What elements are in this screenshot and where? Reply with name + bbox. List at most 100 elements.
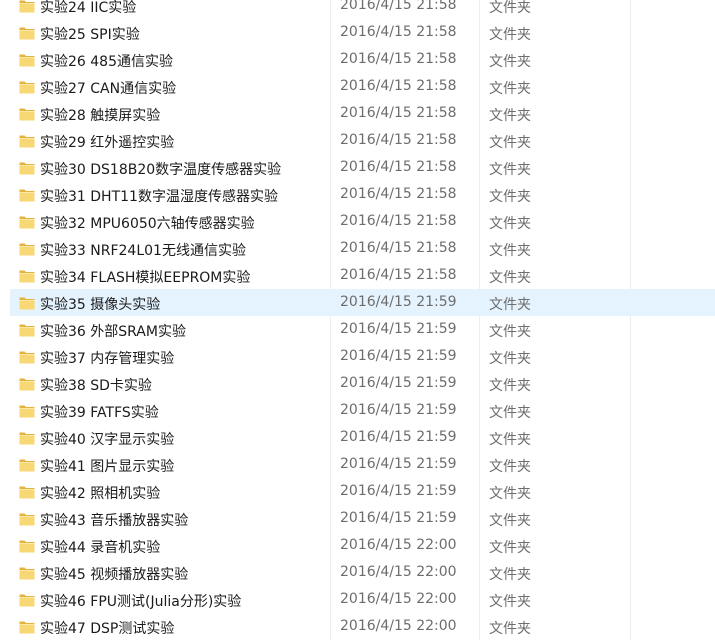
file-type: 文件夹 (489, 567, 531, 583)
file-modified-date: 2016/4/15 21:59 (340, 429, 457, 445)
file-row[interactable]: 实验36 外部SRAM实验 2016/4/15 21:59 文件夹 (10, 316, 715, 343)
file-modified-date: 2016/4/15 21:58 (340, 105, 457, 121)
folder-icon (19, 0, 35, 13)
file-row[interactable]: 实验38 SD卡实验 2016/4/15 21:59 文件夹 (10, 370, 715, 397)
file-name: 实验47 DSP测试实验 (40, 621, 175, 637)
file-row[interactable]: 实验37 内存管理实验 2016/4/15 21:59 文件夹 (10, 343, 715, 370)
file-name: 实验33 NRF24L01无线通信实验 (40, 243, 246, 259)
file-modified-date: 2016/4/15 21:58 (340, 159, 457, 175)
file-name: 实验42 照相机实验 (40, 486, 161, 502)
file-row[interactable]: 实验24 IIC实验 2016/4/15 21:58 文件夹 (10, 0, 715, 19)
file-row[interactable]: 实验28 触摸屏实验 2016/4/15 21:58 文件夹 (10, 100, 715, 127)
folder-icon (19, 242, 35, 256)
file-type: 文件夹 (489, 513, 531, 529)
file-row[interactable]: 实验42 照相机实验 2016/4/15 21:59 文件夹 (10, 478, 715, 505)
file-name: 实验24 IIC实验 (40, 0, 137, 16)
file-modified-date: 2016/4/15 22:00 (340, 618, 457, 634)
folder-icon (19, 620, 35, 634)
file-name: 实验44 录音机实验 (40, 540, 161, 556)
file-modified-date: 2016/4/15 21:59 (340, 483, 457, 499)
folder-icon (19, 350, 35, 364)
file-type: 文件夹 (489, 27, 531, 43)
folder-icon (19, 107, 35, 121)
file-type: 文件夹 (489, 216, 531, 232)
file-type: 文件夹 (489, 405, 531, 421)
file-row[interactable]: 实验44 录音机实验 2016/4/15 22:00 文件夹 (10, 532, 715, 559)
file-modified-date: 2016/4/15 21:58 (340, 213, 457, 229)
file-name: 实验39 FATFS实验 (40, 405, 159, 421)
file-type: 文件夹 (489, 594, 531, 610)
file-row[interactable]: 实验45 视频播放器实验 2016/4/15 22:00 文件夹 (10, 559, 715, 586)
file-name: 实验43 音乐播放器实验 (40, 513, 189, 529)
folder-icon (19, 26, 35, 40)
file-modified-date: 2016/4/15 21:59 (340, 348, 457, 364)
file-name: 实验29 红外遥控实验 (40, 135, 175, 151)
file-modified-date: 2016/4/15 21:58 (340, 51, 457, 67)
file-modified-date: 2016/4/15 22:00 (340, 564, 457, 580)
file-row[interactable]: 实验25 SPI实验 2016/4/15 21:58 文件夹 (10, 19, 715, 46)
file-row[interactable]: 实验47 DSP测试实验 2016/4/15 22:00 文件夹 (10, 613, 715, 640)
file-type: 文件夹 (489, 54, 531, 70)
folder-icon (19, 53, 35, 67)
folder-icon (19, 323, 35, 337)
folder-icon (19, 404, 35, 418)
file-type: 文件夹 (489, 540, 531, 556)
file-row[interactable]: 实验40 汉字显示实验 2016/4/15 21:59 文件夹 (10, 424, 715, 451)
file-modified-date: 2016/4/15 21:59 (340, 402, 457, 418)
folder-icon (19, 134, 35, 148)
file-type: 文件夹 (489, 81, 531, 97)
file-modified-date: 2016/4/15 21:58 (340, 240, 457, 256)
file-name: 实验45 视频播放器实验 (40, 567, 189, 583)
folder-icon (19, 269, 35, 283)
file-row[interactable]: 实验43 音乐播放器实验 2016/4/15 21:59 文件夹 (10, 505, 715, 532)
folder-icon (19, 593, 35, 607)
file-row-selected[interactable]: 实验35 摄像头实验 2016/4/15 21:59 文件夹 (10, 289, 715, 316)
file-type: 文件夹 (489, 459, 531, 475)
file-name: 实验37 内存管理实验 (40, 351, 175, 367)
file-row[interactable]: 实验41 图片显示实验 2016/4/15 21:59 文件夹 (10, 451, 715, 478)
file-list: 实验24 IIC实验 2016/4/15 21:58 文件夹 实验25 SPI实… (0, 0, 715, 640)
file-name: 实验46 FPU测试(Julia分形)实验 (40, 594, 242, 610)
file-name: 实验30 DS18B20数字温度传感器实验 (40, 162, 282, 178)
file-row[interactable]: 实验32 MPU6050六轴传感器实验 2016/4/15 21:58 文件夹 (10, 208, 715, 235)
file-row[interactable]: 实验46 FPU测试(Julia分形)实验 2016/4/15 22:00 文件… (10, 586, 715, 613)
folder-icon (19, 485, 35, 499)
file-modified-date: 2016/4/15 21:59 (340, 456, 457, 472)
file-row[interactable]: 实验30 DS18B20数字温度传感器实验 2016/4/15 21:58 文件… (10, 154, 715, 181)
file-modified-date: 2016/4/15 21:58 (340, 186, 457, 202)
file-type: 文件夹 (489, 270, 531, 286)
file-name: 实验36 外部SRAM实验 (40, 324, 186, 340)
folder-icon (19, 566, 35, 580)
file-name: 实验31 DHT11数字温湿度传感器实验 (40, 189, 278, 205)
file-type: 文件夹 (489, 243, 531, 259)
file-modified-date: 2016/4/15 21:59 (340, 510, 457, 526)
file-type: 文件夹 (489, 486, 531, 502)
file-modified-date: 2016/4/15 21:59 (340, 321, 457, 337)
file-name: 实验26 485通信实验 (40, 54, 173, 70)
file-name: 实验34 FLASH模拟EEPROM实验 (40, 270, 251, 286)
file-name: 实验41 图片显示实验 (40, 459, 175, 475)
file-type: 文件夹 (489, 0, 531, 16)
file-row[interactable]: 实验31 DHT11数字温湿度传感器实验 2016/4/15 21:58 文件夹 (10, 181, 715, 208)
file-type: 文件夹 (489, 108, 531, 124)
file-name: 实验25 SPI实验 (40, 27, 140, 43)
file-name: 实验40 汉字显示实验 (40, 432, 175, 448)
file-type: 文件夹 (489, 297, 531, 313)
file-name: 实验28 触摸屏实验 (40, 108, 161, 124)
file-type: 文件夹 (489, 189, 531, 205)
file-row[interactable]: 实验34 FLASH模拟EEPROM实验 2016/4/15 21:58 文件夹 (10, 262, 715, 289)
file-row[interactable]: 实验33 NRF24L01无线通信实验 2016/4/15 21:58 文件夹 (10, 235, 715, 262)
file-modified-date: 2016/4/15 21:58 (340, 132, 457, 148)
file-type: 文件夹 (489, 324, 531, 340)
file-name: 实验27 CAN通信实验 (40, 81, 177, 97)
file-row[interactable]: 实验39 FATFS实验 2016/4/15 21:59 文件夹 (10, 397, 715, 424)
file-row[interactable]: 实验27 CAN通信实验 2016/4/15 21:58 文件夹 (10, 73, 715, 100)
folder-icon (19, 512, 35, 526)
file-modified-date: 2016/4/15 21:58 (340, 267, 457, 283)
file-type: 文件夹 (489, 162, 531, 178)
file-modified-date: 2016/4/15 21:59 (340, 375, 457, 391)
file-row[interactable]: 实验29 红外遥控实验 2016/4/15 21:58 文件夹 (10, 127, 715, 154)
folder-icon (19, 296, 35, 310)
file-row[interactable]: 实验26 485通信实验 2016/4/15 21:58 文件夹 (10, 46, 715, 73)
folder-icon (19, 458, 35, 472)
